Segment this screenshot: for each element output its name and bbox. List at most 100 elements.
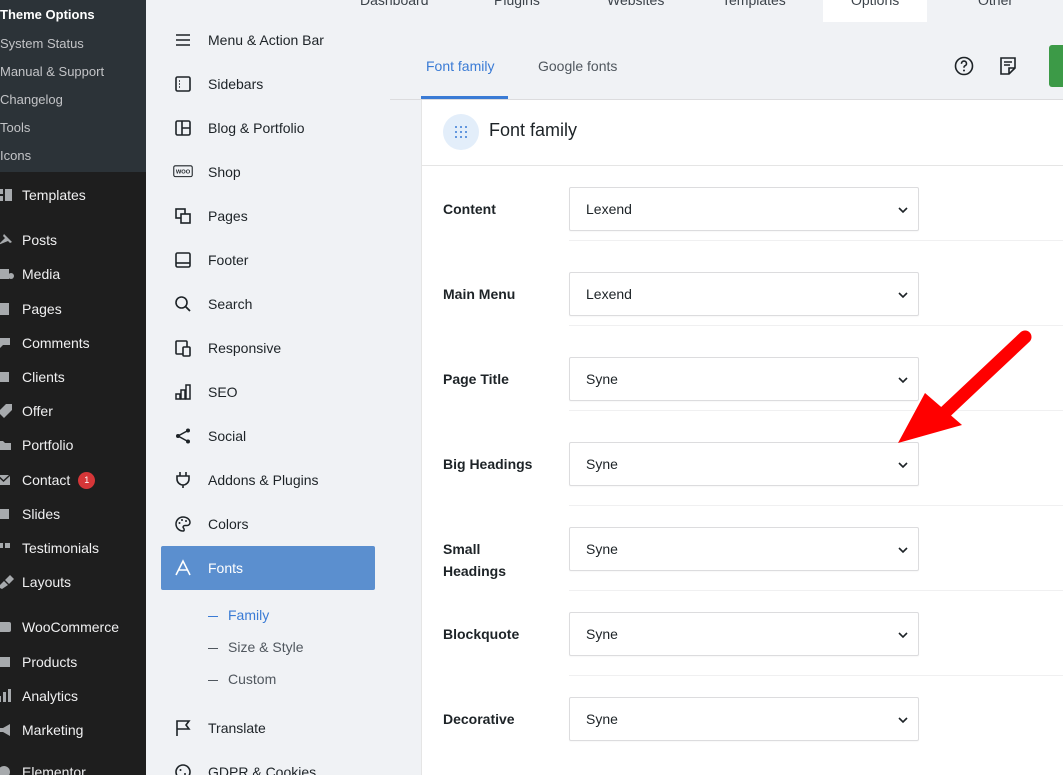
top-tab-plugins[interactable]: Plugins [494, 0, 540, 22]
nav-colors[interactable]: Colors [161, 502, 375, 546]
wp-submenu-icons[interactable]: Icons [0, 148, 31, 163]
wp-menu-posts[interactable]: Posts [0, 226, 146, 254]
nav-gdpr-cookies[interactable]: GDPR & Cookies [161, 750, 375, 775]
wp-menu-label: Contact [22, 472, 71, 488]
notes-icon[interactable] [997, 55, 1019, 77]
nav-menu-action-bar[interactable]: Menu & Action Bar [161, 18, 375, 62]
cookie-icon [173, 762, 193, 775]
row-label-decorative: Decorative [443, 711, 515, 727]
wp-submenu-theme-options[interactable]: Theme Options [0, 7, 95, 22]
woo-icon-text: WOO [176, 170, 191, 176]
tab-font-family[interactable]: Font family [426, 58, 494, 74]
wp-menu-woocommerce[interactable]: WooCommerce [0, 613, 146, 641]
nav-translate[interactable]: Translate [161, 706, 375, 750]
wp-menu-label: Media [22, 266, 61, 282]
wp-menu-contact[interactable]: Contact 1 [0, 466, 146, 494]
products-icon [0, 657, 10, 667]
wp-menu-offer[interactable]: Offer [0, 397, 146, 425]
wp-menu-pages[interactable]: Pages [0, 295, 146, 323]
select-blockquote-font[interactable]: Syne [569, 612, 919, 656]
top-tab-other[interactable]: Other [978, 0, 1013, 22]
nav-pages[interactable]: Pages [161, 194, 375, 238]
select-value: Syne [586, 371, 618, 387]
nav-label: Footer [208, 252, 249, 268]
select-content-font[interactable]: Lexend [569, 187, 919, 231]
nav-footer[interactable]: Footer [161, 238, 375, 282]
wp-menu-slides[interactable]: Slides [0, 500, 146, 528]
wp-submenu: Theme Options System Status Manual & Sup… [0, 0, 146, 172]
sub-nav-label: Size & Style [228, 639, 304, 655]
wp-menu-products[interactable]: Products [0, 648, 146, 676]
wp-menu-label: Slides [22, 506, 61, 522]
mail-icon [0, 474, 11, 485]
media-icon [0, 269, 14, 279]
share-icon [173, 426, 193, 446]
top-tab-options[interactable]: Options [823, 0, 928, 23]
nav-fonts[interactable]: Fonts [161, 546, 375, 590]
menu-icon [173, 30, 193, 50]
comment-icon [0, 338, 10, 348]
nav-label: Shop [208, 164, 241, 180]
wp-menu-testimonials[interactable]: Testimonials [0, 534, 146, 562]
select-main-menu-font[interactable]: Lexend [569, 272, 919, 316]
wp-menu-analytics[interactable]: Analytics [0, 682, 146, 710]
wp-menu-label: WooCommerce [22, 619, 119, 635]
wp-menu-templates[interactable]: Templates [0, 181, 146, 209]
row-label-main-menu: Main Menu [443, 286, 516, 302]
top-tab-templates[interactable]: Templates [722, 0, 786, 22]
top-tab-websites[interactable]: Websites [607, 0, 664, 22]
nav-label: Blog & Portfolio [208, 120, 305, 136]
nav-blog-portfolio[interactable]: Blog & Portfolio [161, 106, 375, 150]
dash-icon [208, 615, 218, 617]
nav-sub-size-style[interactable]: Size & Style [208, 639, 303, 655]
chevron-down-icon [898, 632, 908, 639]
wp-submenu-changelog[interactable]: Changelog [0, 92, 63, 107]
select-small-headings-font[interactable]: Syne [569, 527, 919, 571]
panel-title: Font family [489, 120, 578, 140]
tab-google-fonts[interactable]: Google fonts [538, 58, 617, 74]
wp-menu-layouts[interactable]: Layouts [0, 568, 146, 596]
megaphone-icon [0, 724, 10, 736]
wp-menu-elementor[interactable]: Elementor [0, 758, 146, 775]
row-label-small-headings: Small Headings [443, 541, 507, 579]
nav-label: GDPR & Cookies [208, 764, 317, 775]
nav-label: Addons & Plugins [208, 472, 319, 488]
pin-icon [0, 234, 12, 245]
row-label-content: Content [443, 201, 496, 217]
plug-icon [173, 470, 193, 490]
sidebar-icon [173, 74, 193, 94]
woo-icon: WOO [173, 162, 193, 182]
nav-label: Pages [208, 208, 248, 224]
nav-sidebars[interactable]: Sidebars [161, 62, 375, 106]
wp-submenu-tools[interactable]: Tools [0, 120, 30, 135]
dash-icon [208, 679, 218, 681]
help-icon[interactable] [953, 55, 975, 77]
nav-search[interactable]: Search [161, 282, 375, 326]
wp-submenu-manual-support[interactable]: Manual & Support [0, 64, 104, 79]
save-button[interactable] [1049, 45, 1063, 87]
wp-admin-sidebar: Theme Options System Status Manual & Sup… [0, 0, 146, 775]
nav-seo[interactable]: SEO [161, 370, 375, 414]
nav-sub-custom[interactable]: Custom [208, 671, 276, 687]
wp-menu-label: Elementor [22, 764, 86, 775]
nav-sub-family[interactable]: Family [208, 607, 269, 623]
responsive-icon [173, 338, 193, 358]
wp-menu-marketing[interactable]: Marketing [0, 716, 146, 744]
select-value: Lexend [586, 201, 632, 217]
wp-menu-clients[interactable]: Clients [0, 363, 146, 391]
footer-icon [173, 250, 193, 270]
wp-menu-label: Templates [22, 187, 86, 203]
nav-addons-plugins[interactable]: Addons & Plugins [161, 458, 375, 502]
nav-social[interactable]: Social [161, 414, 375, 458]
nav-shop[interactable]: WOO Shop [161, 150, 375, 194]
wp-submenu-system-status[interactable]: System Status [0, 36, 84, 51]
wp-menu-portfolio[interactable]: Portfolio [0, 431, 146, 459]
chevron-down-icon [898, 717, 908, 724]
select-decorative-font[interactable]: Syne [569, 697, 919, 741]
nav-responsive[interactable]: Responsive [161, 326, 375, 370]
select-page-title-font[interactable]: Syne [569, 357, 919, 401]
select-big-headings-font[interactable]: Syne [569, 442, 919, 486]
wp-menu-comments[interactable]: Comments [0, 329, 146, 357]
select-value: Syne [586, 541, 618, 557]
wp-menu-media[interactable]: Media [0, 260, 146, 288]
